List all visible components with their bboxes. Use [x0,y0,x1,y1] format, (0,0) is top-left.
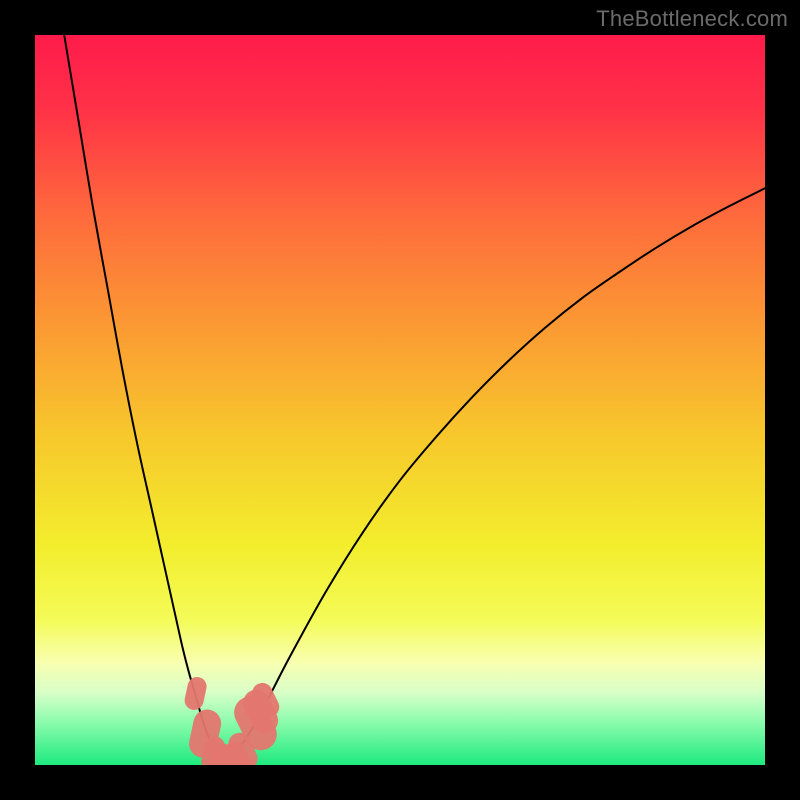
chart-frame: TheBottleneck.com [0,0,800,800]
bottleneck-chart [35,35,765,765]
marker-0 [194,687,197,701]
marker-9 [262,693,269,707]
marker-6 [239,744,246,759]
gradient-background [35,35,765,765]
watermark-text: TheBottleneck.com [596,6,788,32]
plot-area [35,35,765,765]
